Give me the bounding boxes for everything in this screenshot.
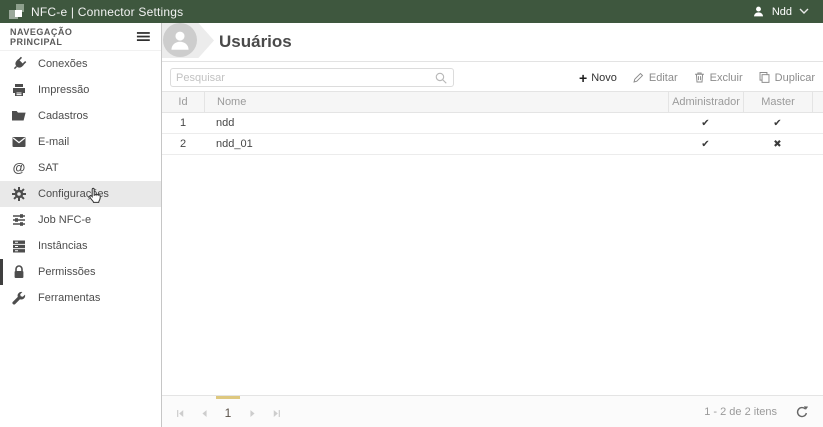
column-header-id[interactable]: Id [162, 92, 204, 112]
copy-icon [758, 71, 771, 84]
envelope-icon [11, 134, 27, 150]
table-row[interactable]: 1 ndd ✔ ✔ [162, 113, 823, 134]
sidebar-item-instancias[interactable]: Instâncias [0, 233, 161, 259]
sidebar-item-impressao[interactable]: Impressão [0, 77, 161, 103]
empty-area [162, 155, 823, 395]
main-content: Usuários + Novo [162, 23, 823, 427]
sidebar-item-job-nfce[interactable]: Job NFC-e [0, 207, 161, 233]
plug-icon [11, 56, 27, 72]
refresh-icon[interactable] [793, 403, 811, 421]
page-title: Usuários [219, 32, 292, 52]
pencil-icon [632, 71, 645, 84]
user-name: Ndd [772, 6, 792, 18]
table-row[interactable]: 2 ndd_01 ✔ ✖ [162, 134, 823, 155]
prev-page-button[interactable] [192, 396, 216, 427]
novo-button[interactable]: + Novo [579, 72, 617, 84]
cell-nome: ndd_01 [204, 134, 668, 154]
sidebar-header-label: NAVEGAÇÃO PRINCIPAL [10, 27, 125, 47]
sidebar-item-configuracoes[interactable]: Configurações [0, 181, 161, 207]
next-page-button[interactable] [240, 396, 264, 427]
gear-icon [11, 186, 27, 202]
search-box[interactable] [170, 68, 454, 87]
server-icon [11, 238, 27, 254]
sidebar-item-label: Job NFC-e [38, 214, 91, 226]
check-icon: ✔ [701, 118, 709, 129]
plus-icon: + [579, 72, 587, 84]
sidebar-item-permissoes[interactable]: Permissões [0, 259, 161, 285]
sidebar-item-email[interactable]: E-mail [0, 129, 161, 155]
cell-id: 2 [162, 134, 204, 154]
person-icon [752, 5, 765, 18]
sidebar-item-label: SAT [38, 162, 59, 174]
wrench-icon [11, 290, 27, 306]
sidebar-item-label: Permissões [38, 266, 95, 278]
table-header: Id Nome Administrador Master [162, 91, 823, 113]
novo-label: Novo [591, 72, 617, 84]
page-number-button[interactable]: 1 [216, 396, 240, 427]
user-menu[interactable]: Ndd [752, 5, 815, 18]
x-icon: ✖ [773, 139, 781, 150]
duplicar-button[interactable]: Duplicar [758, 71, 815, 84]
sidebar-item-cadastros[interactable]: Cadastros [0, 103, 161, 129]
sidebar-item-sat[interactable]: @ SAT [0, 155, 161, 181]
excluir-button[interactable]: Excluir [693, 71, 743, 84]
sidebar-header: NAVEGAÇÃO PRINCIPAL [0, 23, 161, 51]
pager-summary: 1 - 2 de 2 itens [704, 406, 777, 418]
sidebar-item-label: Conexões [38, 58, 88, 70]
sidebar-item-label: Configurações [38, 188, 109, 200]
cell-nome: ndd [204, 113, 668, 133]
controls-row: + Novo Editar Excluir [162, 62, 823, 91]
topbar: NFC-e | Connector Settings Ndd [0, 0, 823, 23]
search-input[interactable] [176, 72, 434, 84]
hamburger-icon[interactable] [136, 29, 151, 44]
page-header: Usuários [162, 23, 823, 62]
pager: 1 1 - 2 de 2 itens [162, 395, 823, 427]
duplicar-label: Duplicar [775, 72, 815, 84]
at-sign-icon: @ [11, 160, 27, 176]
check-icon: ✔ [773, 118, 781, 129]
column-header-filler [812, 92, 823, 112]
sidebar-item-label: E-mail [38, 136, 69, 148]
column-header-administrador[interactable]: Administrador [668, 92, 743, 112]
sliders-icon [11, 212, 27, 228]
editar-label: Editar [649, 72, 678, 84]
app-window: NFC-e | Connector Settings Ndd NAVEGAÇÃO… [0, 0, 823, 427]
sidebar-item-ferramentas[interactable]: Ferramentas [0, 285, 161, 311]
excluir-label: Excluir [710, 72, 743, 84]
last-page-button[interactable] [264, 396, 288, 427]
column-header-nome[interactable]: Nome [204, 92, 668, 112]
printer-icon [11, 82, 27, 98]
user-badge-icon [163, 23, 197, 57]
sidebar-item-label: Impressão [38, 84, 89, 96]
folder-icon [11, 108, 27, 124]
check-icon: ✔ [701, 139, 709, 150]
editar-button[interactable]: Editar [632, 71, 678, 84]
column-header-master[interactable]: Master [743, 92, 812, 112]
chevron-down-icon [799, 8, 809, 15]
trash-icon [693, 71, 706, 84]
sidebar-item-label: Ferramentas [38, 292, 100, 304]
sidebar-item-conexoes[interactable]: Conexões [0, 51, 161, 77]
app-title: NFC-e | Connector Settings [31, 5, 183, 19]
app-logo [8, 3, 26, 21]
lock-icon [11, 264, 27, 280]
sidebar-item-label: Instâncias [38, 240, 88, 252]
cell-id: 1 [162, 113, 204, 133]
search-icon[interactable] [434, 71, 448, 85]
toolbar: + Novo Editar Excluir [579, 71, 815, 84]
sidebar-item-label: Cadastros [38, 110, 88, 122]
first-page-button[interactable] [168, 396, 192, 427]
sidebar: NAVEGAÇÃO PRINCIPAL Conexões Impressão [0, 23, 162, 427]
